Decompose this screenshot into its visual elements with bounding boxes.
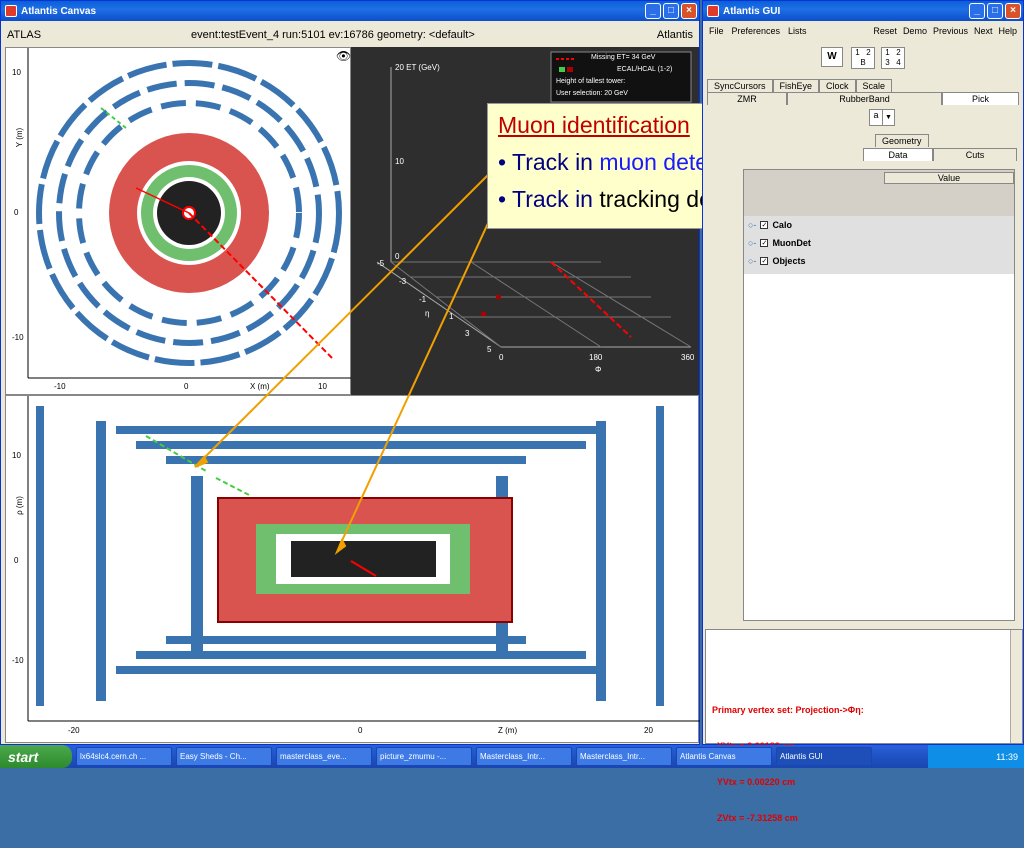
checkbox[interactable]: ✓ <box>760 221 769 229</box>
tab-rubberband[interactable]: RubberBand <box>787 92 942 105</box>
system-tray: 11:39 <box>928 745 1024 768</box>
layout4-cell: 3 <box>885 58 890 67</box>
log-line: YVtx = 0.00220 cm <box>712 777 796 787</box>
gui-menubar: File Preferences Lists Reset Demo Previo… <box>705 23 1021 39</box>
gui-title: Atlantis GUI <box>723 5 781 17</box>
gui-titlebar[interactable]: Atlantis GUI _ □ × <box>703 1 1023 21</box>
layout2-cell: 2 <box>866 48 871 57</box>
start-button[interactable]: start <box>0 745 72 768</box>
log-scrollbar[interactable] <box>1010 630 1022 743</box>
maximize-button[interactable]: □ <box>987 3 1003 19</box>
taskbar-item[interactable]: masterclass_eve... <box>276 747 372 766</box>
checkbox[interactable]: ✓ <box>760 257 769 265</box>
taskbar-item[interactable]: Atlantis Canvas <box>676 747 772 766</box>
pick-combo-value: a <box>873 110 879 120</box>
menu-lists[interactable]: Lists <box>788 26 807 36</box>
tab-synccursors[interactable]: SyncCursors <box>707 79 773 92</box>
pick-combo[interactable]: a ▼ <box>869 109 895 126</box>
minimize-button[interactable]: _ <box>969 3 985 19</box>
tree-item-label: MuonDet <box>772 238 811 248</box>
layout2-cell: 1 <box>855 48 860 57</box>
tab-clock[interactable]: Clock <box>819 79 856 92</box>
layout4-cell: 4 <box>896 58 901 67</box>
data-tree-panel: Value ○- ✓ Calo ○- ✓ MuonDet ○- ✓ Objects <box>743 169 1015 621</box>
taskbar-item[interactable]: Masterclass_Intr... <box>476 747 572 766</box>
taskbar-item[interactable]: Atlantis GUI <box>776 747 872 766</box>
layout-grid-2[interactable]: 12 B <box>851 47 875 69</box>
menu-previous[interactable]: Previous <box>933 26 968 36</box>
atlantis-gui-window: Atlantis GUI _ □ × File Preferences List… <box>702 0 1024 823</box>
menu-preferences[interactable]: Preferences <box>732 26 781 36</box>
layout2-cell: B <box>860 58 866 67</box>
tree-node-icon: ○- <box>748 238 757 248</box>
taskbar-item[interactable]: lx64slc4.cern.ch ... <box>76 747 172 766</box>
tree-item-label: Calo <box>772 220 792 230</box>
tree-item-objects[interactable]: ○- ✓ Objects <box>744 252 1014 270</box>
checkbox[interactable]: ✓ <box>760 239 769 247</box>
menu-help[interactable]: Help <box>998 26 1017 36</box>
tree-item-muondet[interactable]: ○- ✓ MuonDet <box>744 234 1014 252</box>
log-line: ZVtx = -7.31258 cm <box>712 813 798 823</box>
taskbar-item[interactable]: Easy Sheds - Ch... <box>176 747 272 766</box>
start-label: start <box>8 748 39 765</box>
control-tabs-row4: Data Cuts <box>863 148 1017 161</box>
menu-reset[interactable]: Reset <box>873 26 897 36</box>
tab-scale[interactable]: Scale <box>855 79 893 92</box>
tab-zmr[interactable]: ZMR <box>707 92 787 105</box>
tab-cuts[interactable]: Cuts <box>933 148 1017 161</box>
taskbar-item[interactable]: picture_zmumu -... <box>376 747 472 766</box>
layout-grid-4[interactable]: 12 34 <box>881 47 905 69</box>
value-column-header: Value <box>884 172 1014 184</box>
tree-node-icon: ○- <box>748 220 757 230</box>
control-tabs-row3: Geometry <box>875 134 929 147</box>
menu-next[interactable]: Next <box>974 26 993 36</box>
menu-file[interactable]: File <box>709 26 724 36</box>
interaction-tabs-row2: ZMR RubberBand Pick <box>707 92 1019 105</box>
layout4-cell: 1 <box>885 48 890 57</box>
interaction-tabs-row1: SyncCursors FishEye Clock Scale <box>707 79 893 92</box>
tab-pick[interactable]: Pick <box>942 92 1019 105</box>
close-button[interactable]: × <box>1005 3 1021 19</box>
taskbar-item[interactable]: Masterclass_Intr... <box>576 747 672 766</box>
tree-empty-area <box>744 274 1014 620</box>
layout4-cell: 2 <box>896 48 901 57</box>
chevron-down-icon[interactable]: ▼ <box>882 110 894 125</box>
tree-list: ○- ✓ Calo ○- ✓ MuonDet ○- ✓ Objects <box>744 216 1014 274</box>
callout-line1-prefix: • Track in <box>498 149 600 175</box>
tab-geometry[interactable]: Geometry <box>875 134 929 147</box>
tab-data[interactable]: Data <box>863 148 933 161</box>
menu-demo[interactable]: Demo <box>903 26 927 36</box>
tree-item-label: Objects <box>772 256 806 266</box>
w-button[interactable]: W <box>821 47 843 67</box>
tree-node-icon: ○- <box>748 256 757 266</box>
tab-fisheye[interactable]: FishEye <box>772 79 820 92</box>
callout-line2-prefix: • Track in <box>498 186 600 212</box>
clock: 11:39 <box>996 751 1018 762</box>
output-log[interactable]: Primary vertex set: Projection->Φη: XVtx… <box>705 629 1023 823</box>
log-line: Primary vertex set: Projection->Φη: <box>712 705 864 715</box>
taskbar: start lx64slc4.cern.ch ... Easy Sheds - … <box>0 745 1024 768</box>
atlantis-app-icon <box>707 5 719 17</box>
tree-item-calo[interactable]: ○- ✓ Calo <box>744 216 1014 234</box>
